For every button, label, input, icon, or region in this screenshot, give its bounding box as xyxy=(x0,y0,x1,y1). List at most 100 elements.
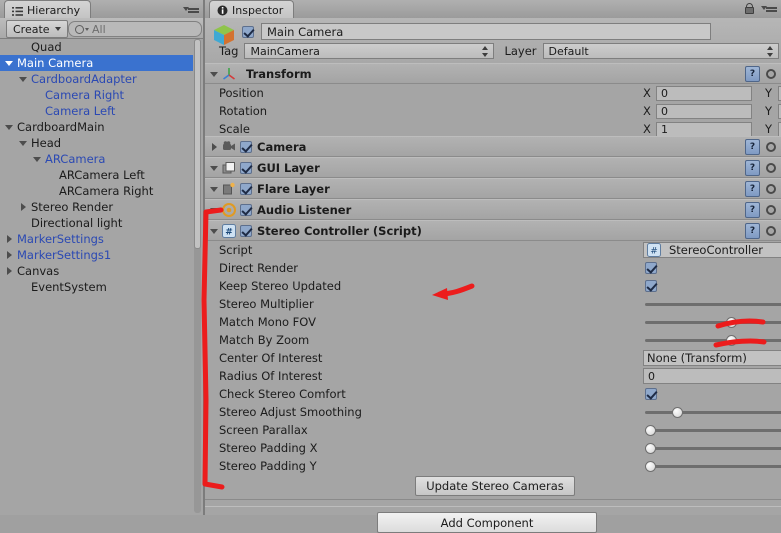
slider-track[interactable] xyxy=(645,429,781,432)
component-enabled-checkbox[interactable] xyxy=(240,224,252,237)
hierarchy-item[interactable]: Main Camera xyxy=(0,55,193,71)
component-header[interactable]: Audio Listener? xyxy=(205,199,781,220)
hierarchy-item[interactable]: Canvas xyxy=(0,263,193,279)
hierarchy-item[interactable]: Camera Left xyxy=(0,103,193,119)
foldout-arrow-icon[interactable] xyxy=(208,224,222,238)
foldout-arrow-icon[interactable] xyxy=(208,67,222,81)
svg-text:#: # xyxy=(650,247,658,257)
property-checkbox[interactable] xyxy=(645,388,657,400)
tab-inspector[interactable]: Inspector xyxy=(209,0,295,19)
foldout-arrow-icon[interactable] xyxy=(4,58,15,69)
component-enabled-checkbox[interactable] xyxy=(240,182,252,195)
property-slider[interactable] xyxy=(645,296,781,312)
transform-header[interactable]: Transform ? xyxy=(205,63,781,84)
property-slider[interactable] xyxy=(645,440,781,456)
help-icon[interactable]: ? xyxy=(745,139,760,155)
component-enabled-checkbox[interactable] xyxy=(240,203,252,216)
slider-knob[interactable] xyxy=(726,335,738,346)
slider-track[interactable] xyxy=(645,339,781,342)
foldout-arrow-icon[interactable] xyxy=(208,203,222,217)
layer-dropdown[interactable]: Default xyxy=(542,43,779,59)
help-icon[interactable]: ? xyxy=(745,202,760,218)
foldout-arrow-icon[interactable] xyxy=(4,266,15,277)
foldout-arrow-icon[interactable] xyxy=(4,234,15,245)
hierarchy-scrollbar-thumb[interactable] xyxy=(194,39,201,249)
component-enabled-checkbox[interactable] xyxy=(240,161,252,174)
transform-x-field[interactable]: 0 xyxy=(656,85,752,101)
slider-knob[interactable] xyxy=(645,425,656,436)
foldout-arrow-icon[interactable] xyxy=(4,250,15,261)
tag-value: MainCamera xyxy=(250,44,320,58)
foldout-arrow-icon[interactable] xyxy=(208,161,222,175)
update-stereo-cameras-button[interactable]: Update Stereo Cameras xyxy=(415,476,575,496)
property-slider[interactable] xyxy=(645,404,781,420)
slider-knob[interactable] xyxy=(645,443,656,454)
property-slider[interactable] xyxy=(645,314,781,330)
property-slider[interactable] xyxy=(645,422,781,438)
component-header[interactable]: Flare Layer? xyxy=(205,178,781,199)
hierarchy-item[interactable]: ARCamera Right xyxy=(0,183,193,199)
foldout-arrow-icon[interactable] xyxy=(18,202,29,213)
inspector-panel-menu-icon[interactable] xyxy=(761,3,777,14)
hierarchy-item[interactable]: Directional light xyxy=(0,215,193,231)
gear-icon[interactable] xyxy=(765,225,777,237)
foldout-arrow-icon[interactable] xyxy=(18,74,29,85)
foldout-arrow-icon[interactable] xyxy=(4,122,15,133)
hierarchy-item[interactable]: ARCamera xyxy=(0,151,193,167)
hierarchy-item[interactable]: Head xyxy=(0,135,193,151)
gear-icon[interactable] xyxy=(765,204,777,216)
hierarchy-item[interactable]: ARCamera Left xyxy=(0,167,193,183)
property-checkbox[interactable] xyxy=(645,262,657,274)
slider-track[interactable] xyxy=(645,465,781,468)
slider-track[interactable] xyxy=(645,321,781,324)
slider-knob[interactable] xyxy=(645,461,656,472)
slider-knob[interactable] xyxy=(672,407,684,418)
object-reference-field[interactable]: None (Transform) xyxy=(643,350,781,366)
property-slider[interactable] xyxy=(645,332,781,348)
tab-hierarchy[interactable]: Hierarchy xyxy=(4,0,92,19)
hierarchy-item[interactable]: MarkerSettings xyxy=(0,231,193,247)
slider-track[interactable] xyxy=(645,447,781,450)
help-icon[interactable]: ? xyxy=(745,181,760,197)
component-header-stereo-controller[interactable]: # Stereo Controller (Script)? xyxy=(205,220,781,241)
gameobject-enabled-checkbox[interactable] xyxy=(242,26,254,38)
search-input[interactable]: All xyxy=(68,21,202,37)
hierarchy-item[interactable]: Camera Right xyxy=(0,87,193,103)
create-button[interactable]: Create xyxy=(6,20,68,38)
property-slider[interactable] xyxy=(645,458,781,474)
component-enabled-checkbox[interactable] xyxy=(240,140,252,153)
hierarchy-panel-menu-icon[interactable] xyxy=(183,4,199,15)
help-icon[interactable]: ? xyxy=(745,66,760,82)
gear-icon[interactable] xyxy=(765,183,777,195)
tag-dropdown[interactable]: MainCamera xyxy=(244,43,495,59)
gear-icon[interactable] xyxy=(765,68,777,80)
hierarchy-item[interactable]: Quad xyxy=(0,39,193,55)
hierarchy-item[interactable]: EventSystem xyxy=(0,279,193,295)
hierarchy-scrollbar[interactable] xyxy=(194,39,201,513)
foldout-arrow-icon[interactable] xyxy=(208,182,222,196)
lock-icon[interactable] xyxy=(745,3,754,14)
slider-track[interactable] xyxy=(645,303,781,306)
gear-icon[interactable] xyxy=(765,141,777,153)
component-header[interactable]: Camera? xyxy=(205,136,781,157)
add-component-button[interactable]: Add Component xyxy=(377,512,597,533)
property-text-field[interactable]: 0 xyxy=(643,368,781,384)
object-reference-field[interactable]: # StereoController xyxy=(643,242,781,258)
transform-x-field[interactable]: 1 xyxy=(656,121,752,137)
help-icon[interactable]: ? xyxy=(745,223,760,239)
component-header[interactable]: GUI Layer? xyxy=(205,157,781,178)
hierarchy-item[interactable]: CardboardMain xyxy=(0,119,193,135)
slider-knob[interactable] xyxy=(726,317,738,328)
transform-x-field[interactable]: 0 xyxy=(656,103,752,119)
foldout-arrow-icon[interactable] xyxy=(32,154,43,165)
help-icon[interactable]: ? xyxy=(745,160,760,176)
hierarchy-item[interactable]: MarkerSettings1 xyxy=(0,247,193,263)
hierarchy-item[interactable]: CardboardAdapter xyxy=(0,71,193,87)
hierarchy-item[interactable]: Stereo Render xyxy=(0,199,193,215)
slider-track[interactable] xyxy=(645,411,781,414)
gear-icon[interactable] xyxy=(765,162,777,174)
property-checkbox[interactable] xyxy=(645,280,657,292)
gameobject-name-field[interactable]: Main Camera xyxy=(261,23,711,40)
foldout-arrow-icon[interactable] xyxy=(18,138,29,149)
foldout-arrow-icon[interactable] xyxy=(208,140,222,154)
